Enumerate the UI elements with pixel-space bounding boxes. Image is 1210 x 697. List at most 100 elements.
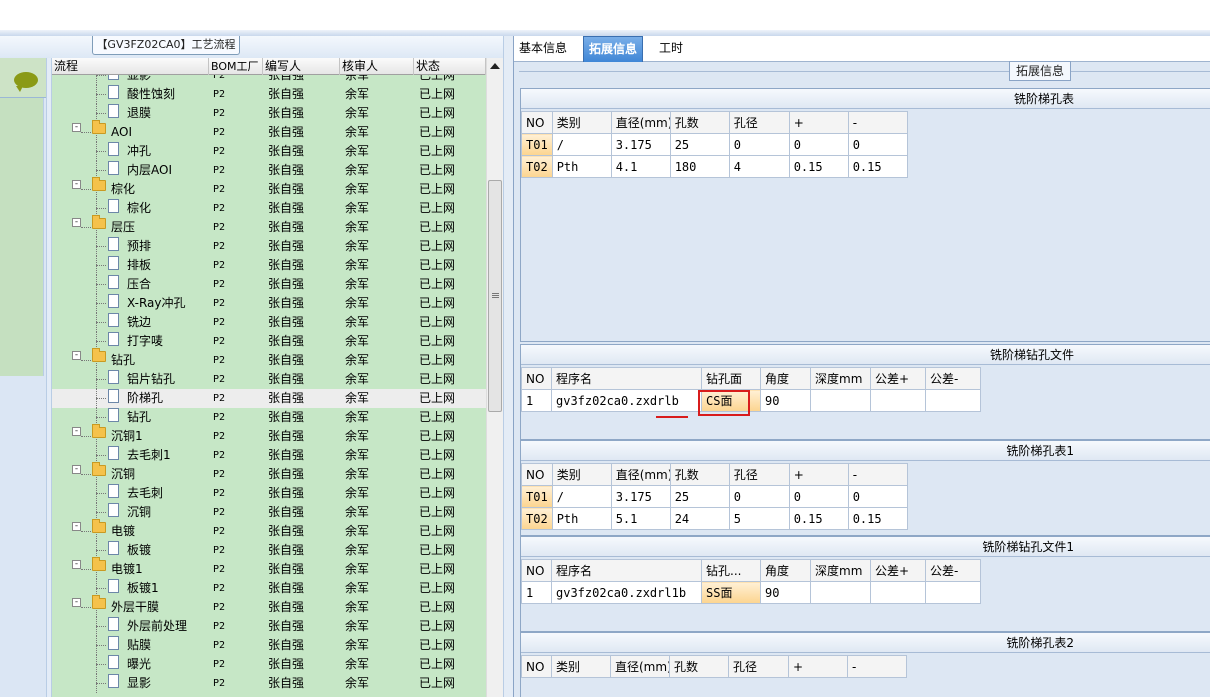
- tree-row[interactable]: - 层压 P2 张自强 余军 已上网: [52, 215, 486, 237]
- tree-row[interactable]: 铝片钻孔 P2 张自强 余军 已上网: [52, 370, 486, 389]
- tab-work-hours[interactable]: 工时: [654, 36, 688, 62]
- table-cell[interactable]: 0: [847, 133, 908, 156]
- table-cell[interactable]: 1: [521, 389, 552, 412]
- table-cell[interactable]: /: [551, 485, 612, 508]
- col-header[interactable]: 直径(mm): [610, 655, 670, 678]
- tree-row[interactable]: 阶梯孔 P2 张自强 余军 已上网: [52, 389, 486, 408]
- col-header[interactable]: 角度: [760, 559, 811, 582]
- col-header[interactable]: 孔数: [669, 655, 729, 678]
- table-cell[interactable]: SS面: [701, 581, 761, 604]
- table-cell[interactable]: /: [551, 133, 612, 156]
- col-header[interactable]: 程序名: [551, 367, 702, 390]
- table-cell[interactable]: [870, 581, 926, 604]
- tree-row[interactable]: 显影 P2 张自强 余军 已上网: [52, 674, 486, 693]
- tree-row[interactable]: 去毛刺1 P2 张自强 余军 已上网: [52, 446, 486, 465]
- table-cell[interactable]: [810, 581, 871, 604]
- collapse-toggle-icon[interactable]: -: [72, 351, 81, 360]
- tree-row[interactable]: 酸性蚀刻 P2 张自强 余军 已上网: [52, 85, 486, 104]
- table-cell[interactable]: 0.15: [788, 155, 849, 178]
- center-splitter[interactable]: [503, 36, 514, 697]
- table-cell[interactable]: 0.15: [847, 507, 908, 530]
- table-cell[interactable]: 0: [847, 485, 908, 508]
- col-header[interactable]: 直径(mm): [610, 463, 671, 486]
- col-header[interactable]: 公差+: [870, 559, 926, 582]
- col-header[interactable]: NO: [521, 463, 553, 486]
- tree-row[interactable]: 曝光 P2 张自强 余军 已上网: [52, 655, 486, 674]
- tree-row[interactable]: 冲孔 P2 张自强 余军 已上网: [52, 142, 486, 161]
- col-header[interactable]: 角度: [760, 367, 811, 390]
- table-cell[interactable]: Pth: [551, 507, 612, 530]
- table-cell[interactable]: 4.1: [610, 155, 671, 178]
- col-header-writer[interactable]: 编写人: [263, 58, 340, 75]
- tree-row[interactable]: - 钻孔 P2 张自强 余军 已上网: [52, 348, 486, 370]
- col-header-status[interactable]: 状态: [414, 58, 486, 75]
- tab-extended-info[interactable]: 拓展信息: [583, 36, 644, 62]
- tree-row[interactable]: 沉铜 P2 张自强 余军 已上网: [52, 503, 486, 522]
- table-cell[interactable]: [870, 389, 926, 412]
- col-header-flow[interactable]: 流程: [52, 58, 209, 75]
- table-cell[interactable]: 0.15: [847, 155, 908, 178]
- tree-row[interactable]: 棕化 P2 张自强 余军 已上网: [52, 199, 486, 218]
- tree-row[interactable]: 铣边 P2 张自强 余军 已上网: [52, 313, 486, 332]
- col-header[interactable]: 类别: [551, 463, 612, 486]
- tree-row[interactable]: 预排 P2 张自强 余军 已上网: [52, 237, 486, 256]
- tree-row[interactable]: 板镀 P2 张自强 余军 已上网: [52, 541, 486, 560]
- tree-row[interactable]: - 沉铜 P2 张自强 余军 已上网: [52, 462, 486, 484]
- tree-row[interactable]: X-Ray冲孔 P2 张自强 余军 已上网: [52, 294, 486, 313]
- collapse-toggle-icon[interactable]: -: [72, 218, 81, 227]
- table-row[interactable]: 1 gv3fz02ca0.zxdrl1b SS面 90: [521, 581, 981, 604]
- table-row[interactable]: 1 gv3fz02ca0.zxdrlb CS面 90: [521, 389, 981, 412]
- table-cell[interactable]: 0: [788, 133, 849, 156]
- tree-row[interactable]: 退膜 P2 张自强 余军 已上网: [52, 104, 486, 123]
- col-header[interactable]: 孔径: [728, 463, 790, 486]
- col-header[interactable]: 孔数: [669, 463, 730, 486]
- table-cell[interactable]: T01: [521, 485, 553, 508]
- col-header[interactable]: 公差-: [925, 559, 981, 582]
- tree-row[interactable]: - 沉铜1 P2 张自强 余军 已上网: [52, 424, 486, 446]
- table-cell[interactable]: 3.175: [610, 133, 671, 156]
- table-cell[interactable]: 5: [728, 507, 790, 530]
- table-row[interactable]: T01/3.175 25 0 0 0: [521, 485, 908, 508]
- col-header[interactable]: -: [847, 655, 907, 678]
- col-header[interactable]: 深度mm: [810, 367, 871, 390]
- tree-row[interactable]: 排板 P2 张自强 余军 已上网: [52, 256, 486, 275]
- tree-row[interactable]: 压合 P2 张自强 余军 已上网: [52, 275, 486, 294]
- table-cell[interactable]: 0: [728, 133, 790, 156]
- table-cell[interactable]: [925, 581, 981, 604]
- table-cell[interactable]: gv3fz02ca0.zxdrlb: [551, 389, 702, 412]
- table-cell[interactable]: 90: [760, 389, 811, 412]
- table-cell[interactable]: gv3fz02ca0.zxdrl1b: [551, 581, 702, 604]
- tree-row[interactable]: - AOI P2 张自强 余军 已上网: [52, 120, 486, 142]
- scrollbar-thumb[interactable]: [488, 180, 502, 412]
- tree-row[interactable]: 钻孔 P2 张自强 余军 已上网: [52, 408, 486, 427]
- col-header[interactable]: +: [788, 463, 849, 486]
- col-header[interactable]: 公差-: [925, 367, 981, 390]
- collapse-toggle-icon[interactable]: -: [72, 522, 81, 531]
- table-cell[interactable]: 5.1: [610, 507, 671, 530]
- col-header[interactable]: NO: [521, 111, 553, 134]
- tree-row[interactable]: 去毛刺 P2 张自强 余军 已上网: [52, 484, 486, 503]
- table-cell[interactable]: Pth: [551, 155, 612, 178]
- table-cell[interactable]: 90: [760, 581, 811, 604]
- table-row[interactable]: T01/3.175 25 0 0 0: [521, 133, 908, 156]
- tree-row[interactable]: 板镀1 P2 张自强 余军 已上网: [52, 579, 486, 598]
- col-header[interactable]: 孔径: [728, 111, 790, 134]
- tree-row[interactable]: - 电镀1 P2 张自强 余军 已上网: [52, 557, 486, 579]
- collapse-toggle-icon[interactable]: -: [72, 427, 81, 436]
- col-header-bom[interactable]: BOM工厂: [209, 58, 263, 75]
- col-header[interactable]: +: [788, 655, 848, 678]
- table-cell[interactable]: 3.175: [610, 485, 671, 508]
- table-cell[interactable]: [810, 389, 871, 412]
- table-cell[interactable]: 0: [788, 485, 849, 508]
- table-cell[interactable]: 4: [728, 155, 790, 178]
- table-cell[interactable]: 25: [669, 133, 730, 156]
- tab-basic-info[interactable]: 基本信息: [514, 36, 572, 62]
- table-row[interactable]: T02 Pth 4.1 180 4 0.15 0.15: [521, 155, 908, 178]
- tree-row[interactable]: 外层前处理 P2 张自强 余军 已上网: [52, 617, 486, 636]
- col-header[interactable]: +: [788, 111, 849, 134]
- table-cell[interactable]: 24: [669, 507, 730, 530]
- tree-row[interactable]: - 外层干膜 P2 张自强 余军 已上网: [52, 595, 486, 617]
- col-header[interactable]: 程序名: [551, 559, 702, 582]
- col-header[interactable]: 钻孔...: [701, 559, 761, 582]
- table-cell[interactable]: 0.15: [788, 507, 849, 530]
